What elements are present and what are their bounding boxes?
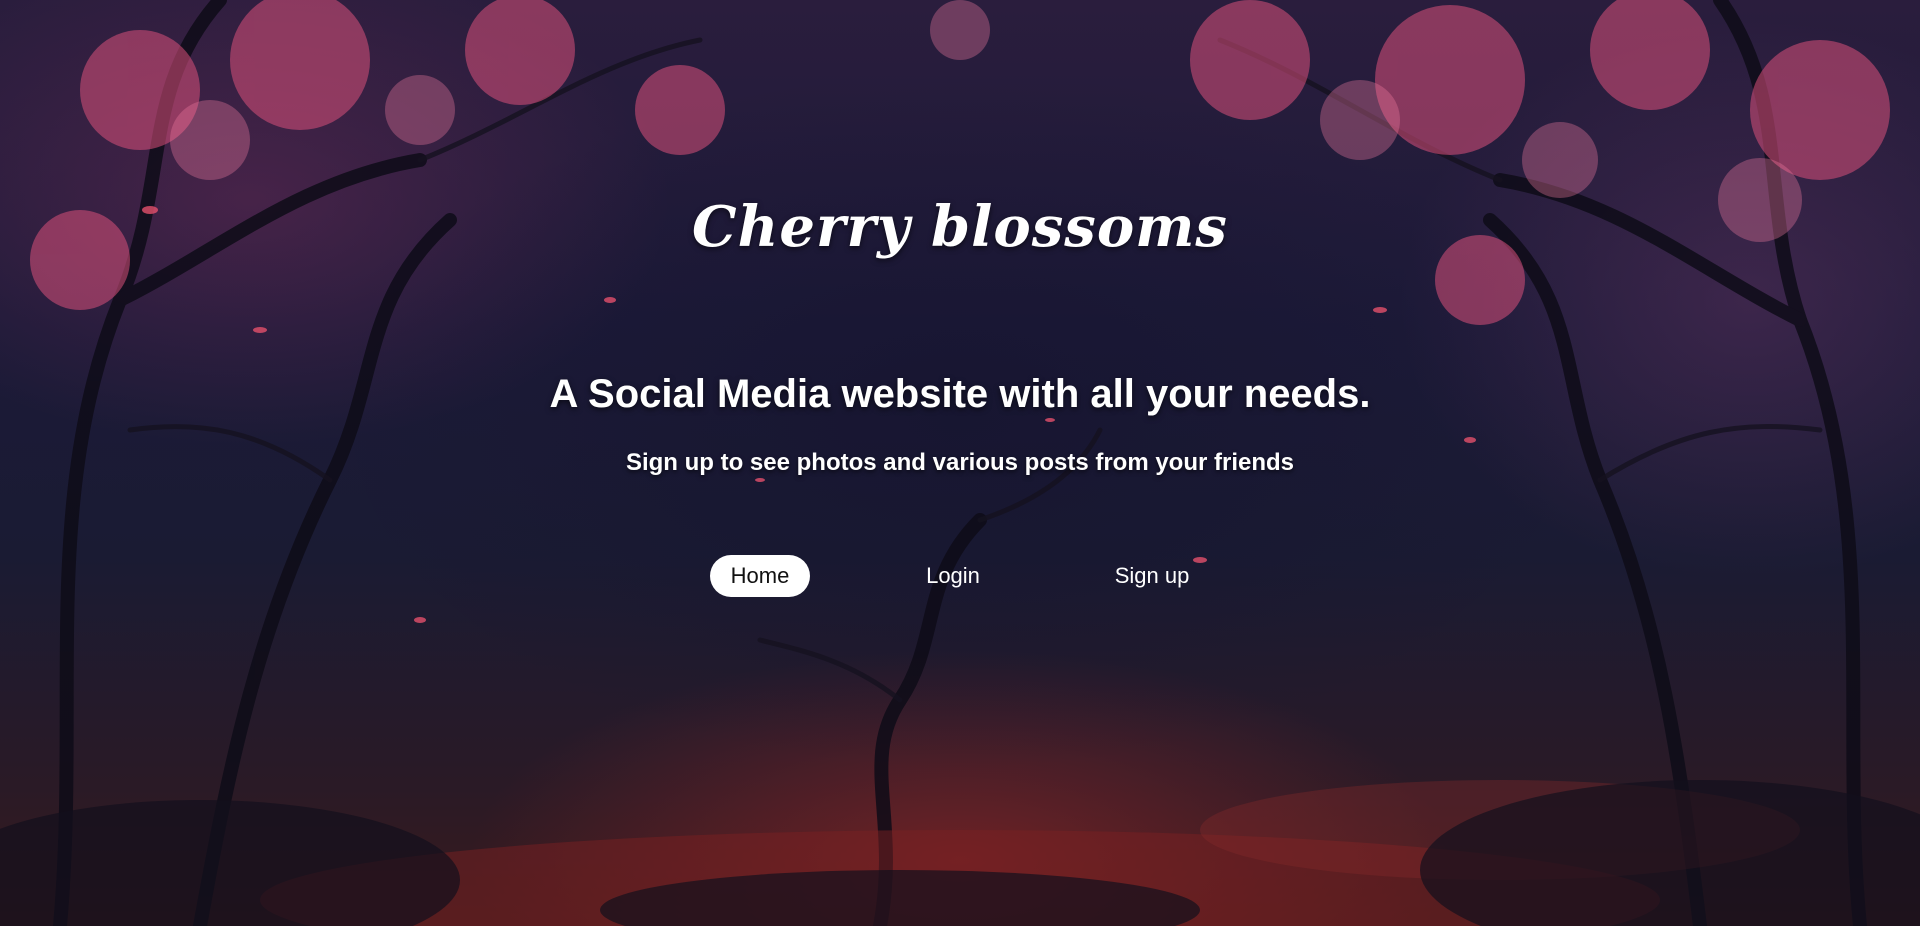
hero-subline: Sign up to see photos and various posts … [625, 449, 1295, 476]
nav-login-button[interactable]: Login [903, 555, 1003, 597]
landing-page: Cherry blossoms A Social Media website w… [0, 0, 1920, 926]
nav-home-button[interactable]: Home [710, 555, 810, 597]
nav-signup-button[interactable]: Sign up [1102, 555, 1202, 597]
brand-title: Cherry blossoms [692, 194, 1228, 260]
hero-content: Cherry blossoms A Social Media website w… [0, 0, 1920, 926]
main-nav: Home Login Sign up [0, 555, 1920, 597]
hero-headline: A Social Media website with all your nee… [549, 372, 1371, 416]
